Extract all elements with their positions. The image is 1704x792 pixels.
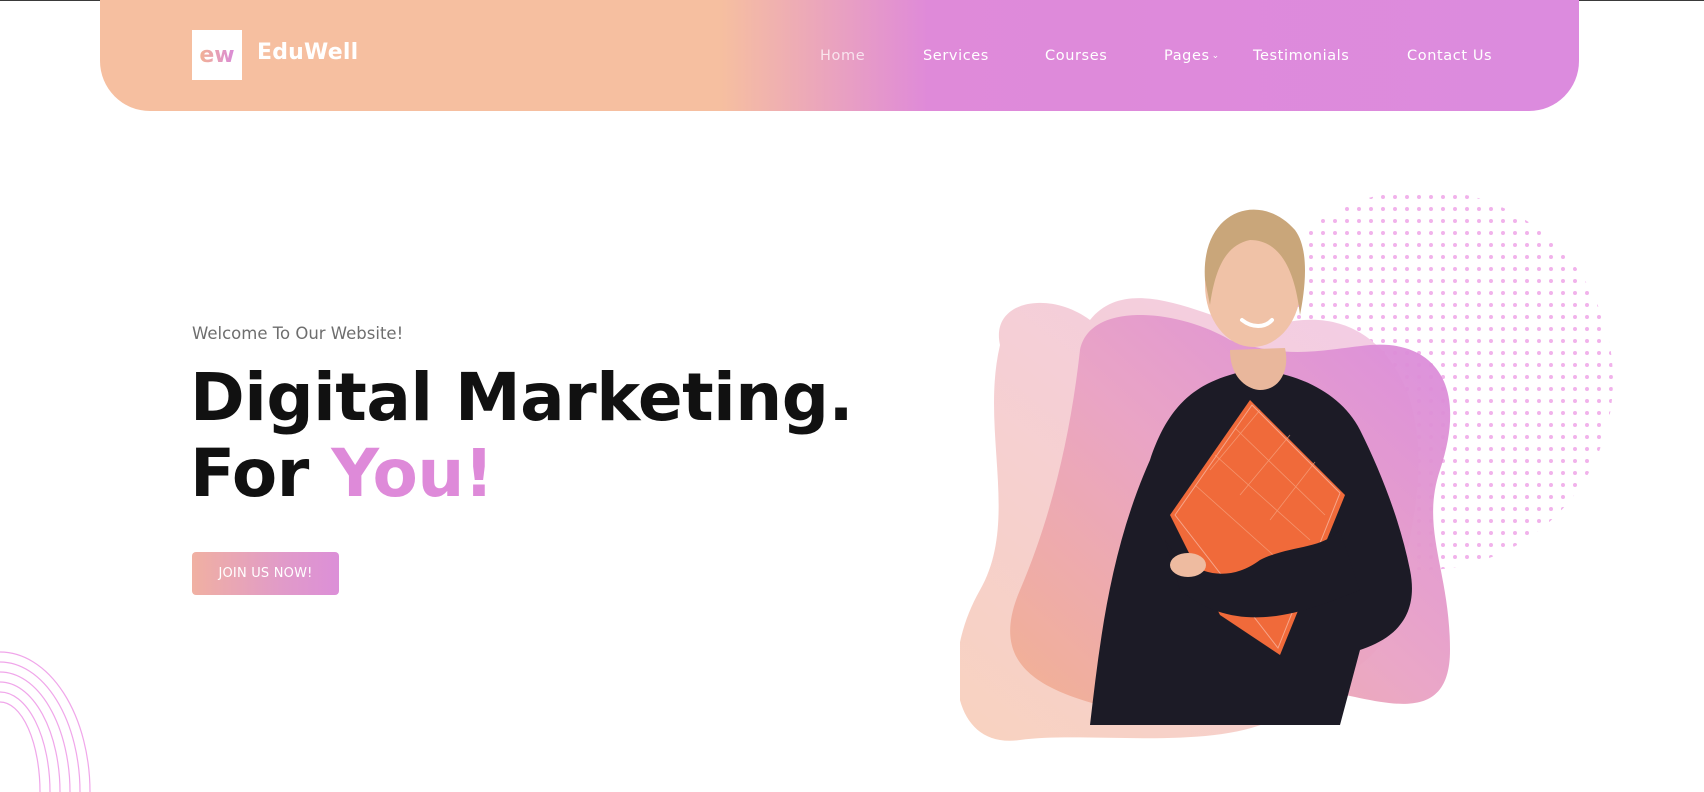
headline-line-1: Digital Marketing. (190, 359, 854, 436)
headline-accent: You! (331, 435, 494, 512)
hero-illustration (960, 180, 1620, 741)
brand-name[interactable]: EduWell (257, 40, 358, 65)
nav-item-courses[interactable]: Courses (1045, 48, 1107, 64)
chevron-down-icon: ⌄ (1211, 51, 1220, 61)
nav-item-services[interactable]: Services (923, 48, 989, 64)
join-us-button[interactable]: JOIN US NOW! (192, 552, 339, 595)
nav-item-pages[interactable]: Pages ⌄ (1164, 48, 1220, 64)
hero-headline: Digital Marketing. For You! (190, 359, 854, 512)
decorative-arcs (0, 651, 91, 792)
logo-mark[interactable]: ew (192, 30, 242, 80)
headline-line-2-prefix: For (190, 435, 332, 512)
nav-item-testimonials[interactable]: Testimonials (1253, 48, 1349, 64)
logo-text: ew (199, 42, 235, 68)
nav-item-home[interactable]: Home (820, 48, 865, 64)
welcome-text: Welcome To Our Website! (192, 324, 404, 343)
nav-item-pages-label: Pages (1164, 48, 1210, 64)
nav-item-contact[interactable]: Contact Us (1407, 48, 1492, 64)
